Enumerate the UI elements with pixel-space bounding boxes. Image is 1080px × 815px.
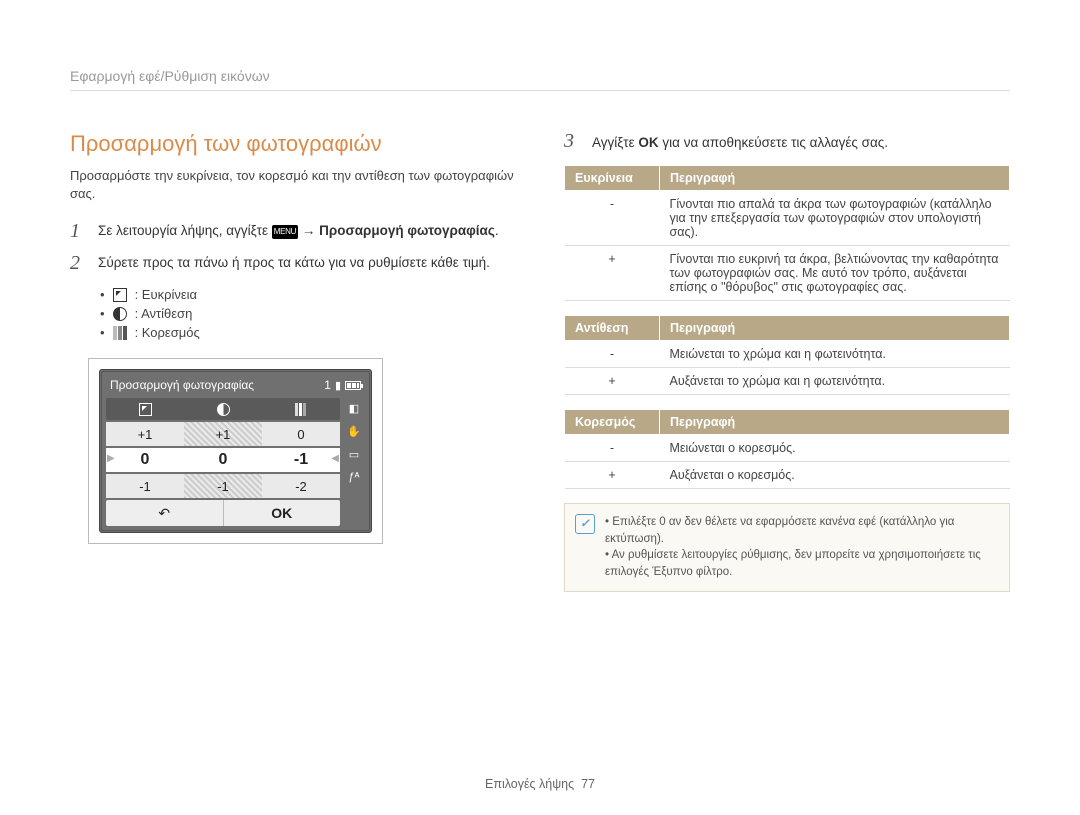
step-number: 2 (70, 253, 88, 273)
step-1-target: Προσαρμογή φωτογραφίας (319, 223, 495, 238)
info-icon: ✓ (575, 514, 595, 534)
saturation-icon (295, 403, 308, 416)
intro-text: Προσαρμόστε την ευκρίνεια, τον κορεσμό κ… (70, 167, 516, 203)
sharpness-icon (139, 403, 152, 416)
note-item: Επιλέξτε 0 αν δεν θέλετε να εφαρμόσετε κ… (605, 514, 997, 547)
note-item: Αν ρυθμίσετε λειτουργίες ρύθμισης, δεν μ… (605, 547, 997, 580)
right-caret-icon: ◀ (328, 453, 342, 464)
exposure-icon: ◧ (349, 402, 359, 415)
step-3-text-a: Αγγίξτε (592, 135, 638, 150)
flash-mode-icon: ƒᴬ (348, 471, 359, 483)
contrast-icon (217, 403, 230, 416)
step-2-text: Σύρετε προς τα πάνω ή προς τα κάτω για ν… (98, 253, 516, 273)
slider-row-above[interactable]: +1 +1 0 (106, 422, 340, 446)
saturation-icon (113, 326, 127, 340)
sd-card-icon: ▮ (335, 379, 341, 392)
left-caret-icon: ▶ (104, 453, 118, 464)
step-2: 2 Σύρετε προς τα πάνω ή προς τα κάτω για… (70, 253, 516, 273)
ok-label: OK (638, 135, 658, 150)
back-button[interactable]: ↶ (106, 500, 224, 526)
hand-icon: ✋ (347, 425, 361, 438)
contrast-icon (113, 307, 127, 321)
sharpness-icon (113, 288, 127, 302)
menu-icon: MENU (272, 225, 298, 239)
camera-screen-illustration: Προσαρμογή φωτογραφίας 1 ▮ (88, 358, 383, 544)
page-footer: Επιλογές λήψης 77 (0, 777, 1080, 791)
lcd-shot-count: 1 (324, 378, 331, 392)
battery-icon (345, 381, 361, 390)
ok-button[interactable]: OK (224, 500, 341, 526)
step-3-text-b: για να αποθηκεύσετε τις αλλαγές σας. (662, 135, 888, 150)
step-number: 1 (70, 221, 88, 241)
step-1: 1 Σε λειτουργία λήψης, αγγίξτε MENU → Πρ… (70, 221, 516, 241)
contrast-table: ΑντίθεσηΠεριγραφή -Μειώνεται το χρώμα κα… (564, 315, 1010, 395)
step-1-arrow: → (302, 223, 319, 238)
slider-row-selected[interactable]: ▶ 0 0 -1 ◀ (106, 448, 340, 472)
step-1-text-a: Σε λειτουργία λήψης, αγγίξτε (98, 223, 272, 238)
card-icon: ▭ (349, 448, 359, 461)
breadcrumb: Εφαρμογή εφέ/Ρύθμιση εικόνων (70, 68, 1010, 91)
step-number: 3 (564, 131, 582, 151)
page-title: Προσαρμογή των φωτογραφιών (70, 131, 516, 157)
slider-row-below[interactable]: -1 -1 -2 (106, 474, 340, 498)
note-box: ✓ Επιλέξτε 0 αν δεν θέλετε να εφαρμόσετε… (564, 503, 1010, 592)
step-3: 3 Αγγίξτε OK για να αποθηκεύσετε τις αλλ… (564, 131, 1010, 151)
lcd-title: Προσαρμογή φωτογραφίας (110, 378, 254, 392)
saturation-table: ΚορεσμόςΠεριγραφή -Μειώνεται ο κορεσμός.… (564, 409, 1010, 489)
adjust-legend: • : Ευκρίνεια • : Αντίθεση • : Κορεσμός (100, 285, 516, 342)
sharpness-table: ΕυκρίνειαΠεριγραφή -Γίνονται πιο απαλά τ… (564, 165, 1010, 301)
